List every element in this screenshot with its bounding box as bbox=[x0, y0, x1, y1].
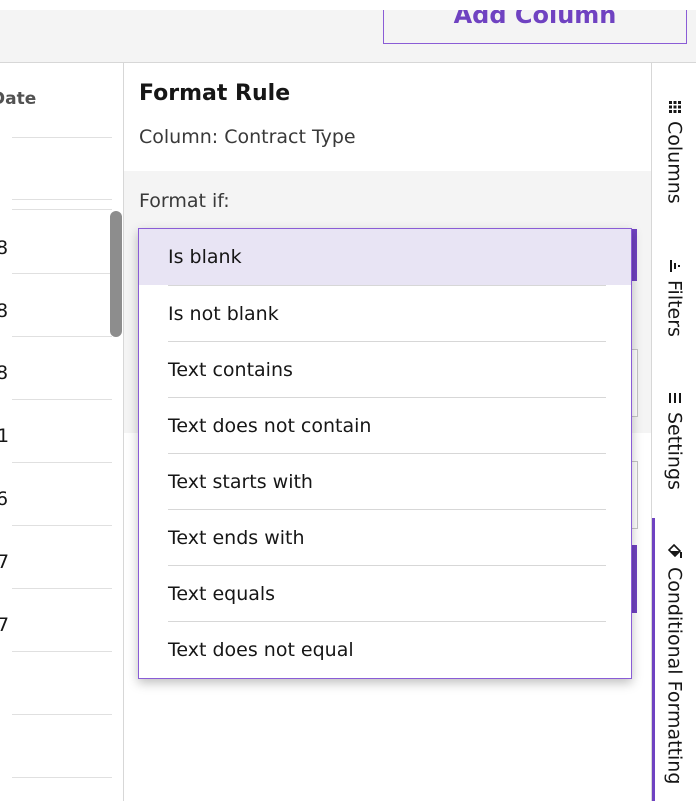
format-if-label: Format if: bbox=[139, 190, 230, 212]
option-label: Text ends with bbox=[168, 527, 305, 549]
tab-label: Settings bbox=[663, 412, 686, 490]
dropdown-option-is-not-blank[interactable]: Is not blank bbox=[139, 286, 631, 342]
tab-columns[interactable]: Columns bbox=[652, 101, 696, 204]
tab-filters[interactable]: Filters bbox=[652, 260, 696, 337]
tab-conditional-formatting[interactable]: Conditional Formatting bbox=[652, 543, 696, 784]
condition-select-edge bbox=[632, 229, 637, 281]
tab-label: Columns bbox=[663, 121, 686, 204]
apply-button-edge bbox=[632, 545, 637, 613]
active-tab-indicator bbox=[652, 518, 655, 801]
panel-column-label: Column: Contract Type bbox=[139, 126, 356, 148]
grid-row-divider bbox=[12, 209, 112, 210]
dropdown-option-text-does-not-equal[interactable]: Text does not equal bbox=[139, 622, 631, 678]
paint-bucket-icon bbox=[667, 543, 683, 563]
option-label: Text equals bbox=[168, 583, 276, 605]
grid-row-divider bbox=[12, 273, 112, 274]
dropdown-option-text-equals[interactable]: Text equals bbox=[139, 566, 631, 622]
grid-cell: 8 bbox=[0, 362, 9, 384]
panel-title: Format Rule bbox=[139, 81, 291, 106]
grid-row-divider bbox=[12, 525, 112, 526]
condition-dropdown-menu[interactable]: Is blank Is not blank Text contains Text… bbox=[138, 228, 632, 679]
toolbar: Add Column bbox=[0, 0, 696, 63]
grid-cell: 7 bbox=[0, 551, 10, 573]
option-label: Is blank bbox=[168, 246, 242, 268]
side-tab-bar: Columns Filters Settings Conditional For… bbox=[651, 63, 696, 801]
column-header-date[interactable]: Date bbox=[0, 89, 36, 109]
option-label: Is not blank bbox=[168, 303, 279, 325]
grid-row-divider bbox=[12, 777, 112, 778]
dropdown-option-is-blank[interactable]: Is blank bbox=[139, 229, 631, 285]
dropdown-option-text-does-not-contain[interactable]: Text does not contain bbox=[139, 398, 631, 454]
option-label: Text does not equal bbox=[168, 639, 354, 661]
grid-row-divider bbox=[12, 199, 112, 200]
grid-cell: 6 bbox=[0, 488, 9, 510]
grid-row-divider bbox=[12, 651, 112, 652]
grid-row-divider bbox=[12, 462, 112, 463]
grid-cell: 7 bbox=[0, 614, 10, 636]
grid-cell: 1 bbox=[0, 425, 10, 447]
grid-row-divider bbox=[12, 588, 112, 589]
grid-row-divider bbox=[12, 399, 112, 400]
grid-row-divider bbox=[12, 714, 112, 715]
dropdown-option-text-ends-with[interactable]: Text ends with bbox=[139, 510, 631, 566]
option-label: Text does not contain bbox=[168, 415, 372, 437]
data-grid: Date 8 8 8 1 6 7 7 bbox=[0, 63, 124, 801]
settings-icon bbox=[668, 392, 681, 408]
top-edge bbox=[0, 0, 696, 10]
option-label: Text contains bbox=[168, 359, 293, 381]
dropdown-option-text-starts-with[interactable]: Text starts with bbox=[139, 454, 631, 510]
tab-label: Conditional Formatting bbox=[663, 567, 686, 785]
tab-label: Filters bbox=[663, 280, 686, 337]
filter-icon bbox=[669, 260, 680, 276]
grid-cell: 8 bbox=[0, 300, 9, 322]
dropdown-option-text-contains[interactable]: Text contains bbox=[139, 342, 631, 398]
grid-row-divider bbox=[12, 336, 112, 337]
option-label: Text starts with bbox=[168, 471, 313, 493]
grid-row-divider bbox=[12, 137, 112, 138]
grid-cell: 8 bbox=[0, 237, 9, 259]
tab-settings[interactable]: Settings bbox=[652, 392, 696, 490]
grid-scrollbar-thumb[interactable] bbox=[110, 211, 122, 337]
grid-icon bbox=[668, 101, 681, 117]
